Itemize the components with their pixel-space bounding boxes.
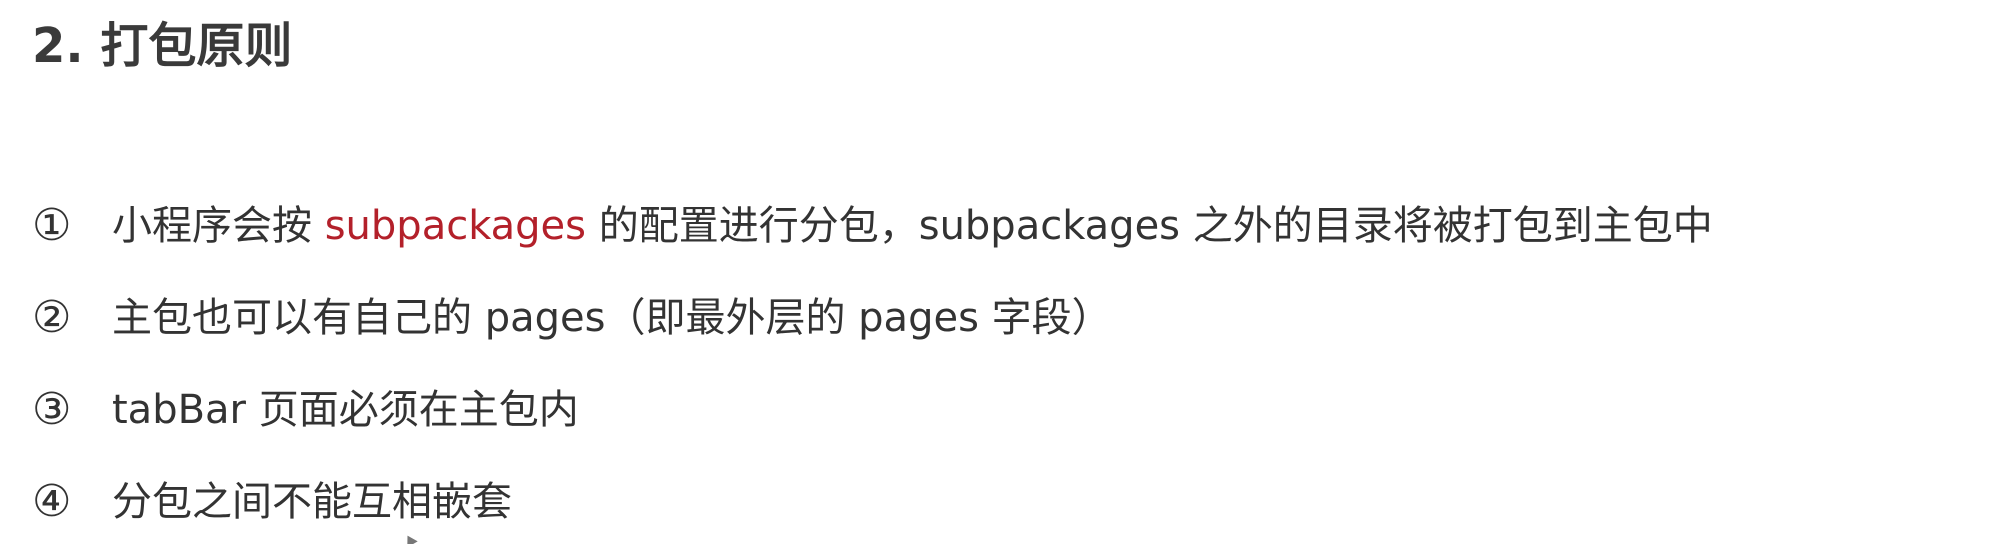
circled-number-4: ④ — [32, 476, 72, 527]
list-item-text: 小程序会按 subpackages 的配置进行分包，subpackages 之外… — [112, 195, 1713, 257]
list-item: ③ tabBar 页面必须在主包内 — [32, 379, 1713, 471]
list-item: ④ 分包之间不能互相嵌套 — [32, 471, 1713, 544]
text-segment: 的配置进行分包，subpackages 之外的目录将被打包到主包中 — [586, 203, 1713, 249]
page-title: 2. 打包原则 — [32, 18, 293, 74]
circled-number-2: ② — [32, 292, 72, 343]
circled-number-3: ③ — [32, 384, 72, 435]
list-item-text: tabBar 页面必须在主包内 — [112, 387, 579, 433]
list-item: ② 主包也可以有自己的 pages（即最外层的 pages 字段） — [32, 287, 1713, 379]
circled-number-1: ① — [32, 200, 72, 251]
list-item-text: 主包也可以有自己的 pages（即最外层的 pages 字段） — [112, 295, 1112, 341]
list-item-text: 分包之间不能互相嵌套 — [112, 479, 512, 525]
text-segment: 小程序会按 — [112, 203, 325, 249]
list-item: ① 小程序会按 subpackages 的配置进行分包，subpackages … — [32, 195, 1713, 287]
slide: 2. 打包原则 ① 小程序会按 subpackages 的配置进行分包，subp… — [0, 0, 2008, 544]
principles-list: ① 小程序会按 subpackages 的配置进行分包，subpackages … — [32, 195, 1713, 544]
highlighted-keyword: subpackages — [324, 203, 587, 249]
